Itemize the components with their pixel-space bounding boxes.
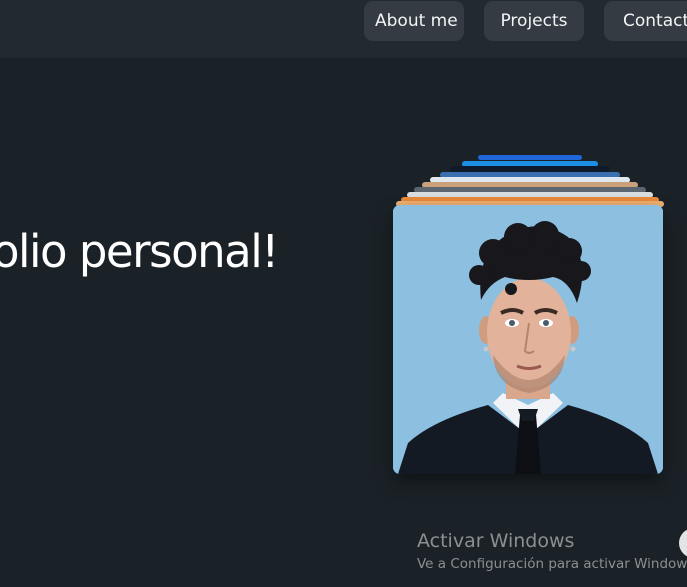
page: About me Projects Contact olio personal! — [0, 0, 687, 587]
nav-projects-button[interactable]: Projects — [484, 1, 584, 41]
portrait-illustration — [393, 205, 663, 474]
activate-windows-title: Activar Windows — [417, 530, 575, 552]
floating-action-button[interactable] — [679, 528, 687, 558]
activate-windows-subtitle: Ve a Configuración para activar Windows. — [417, 556, 687, 572]
nav-about-me-button[interactable]: About me — [364, 1, 464, 41]
stack-card — [478, 155, 582, 160]
navbar: About me Projects Contact — [0, 0, 687, 58]
hero-title: olio personal! — [0, 225, 279, 278]
nav-contact-button[interactable]: Contact — [604, 1, 687, 41]
card-stack — [390, 150, 670, 210]
profile-portrait — [393, 205, 663, 474]
